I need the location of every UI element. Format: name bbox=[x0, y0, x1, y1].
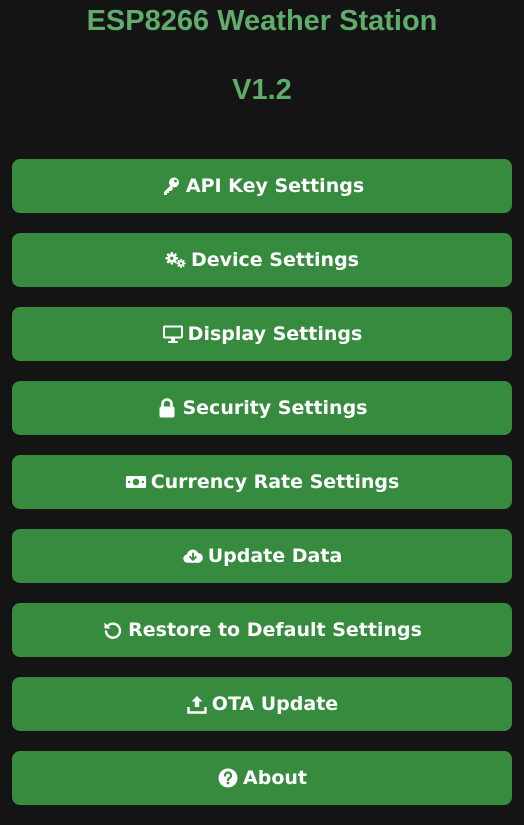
currency-rate-settings-label: Currency Rate Settings bbox=[150, 471, 400, 493]
restore-default-settings-label: Restore to Default Settings bbox=[128, 619, 422, 641]
gears-icon bbox=[165, 249, 187, 271]
version-label: V1.2 bbox=[232, 74, 292, 106]
lock-icon bbox=[156, 397, 178, 419]
device-settings-label: Device Settings bbox=[190, 249, 359, 271]
ota-update-button[interactable]: OTA Update bbox=[12, 677, 512, 731]
about-button[interactable]: About bbox=[12, 751, 512, 805]
ota-update-label: OTA Update bbox=[211, 693, 339, 715]
display-settings-button[interactable]: Display Settings bbox=[12, 307, 512, 361]
security-settings-label: Security Settings bbox=[182, 397, 368, 419]
upload-icon bbox=[186, 693, 208, 715]
update-data-button[interactable]: Update Data bbox=[12, 529, 512, 583]
question-circle-icon bbox=[217, 767, 239, 789]
restore-default-settings-button[interactable]: Restore to Default Settings bbox=[12, 603, 512, 657]
key-icon bbox=[160, 175, 182, 197]
money-bill-icon bbox=[125, 471, 147, 493]
device-settings-button[interactable]: Device Settings bbox=[12, 233, 512, 287]
page-title: ESP8266 Weather Station bbox=[86, 5, 438, 37]
monitor-icon bbox=[162, 323, 184, 345]
undo-icon bbox=[102, 619, 124, 641]
api-key-settings-label: API Key Settings bbox=[185, 175, 365, 197]
update-data-label: Update Data bbox=[207, 545, 343, 567]
security-settings-button[interactable]: Security Settings bbox=[12, 381, 512, 435]
about-label: About bbox=[243, 767, 307, 789]
currency-rate-settings-button[interactable]: Currency Rate Settings bbox=[12, 455, 512, 509]
settings-menu: API Key Settings Device Settings Display… bbox=[12, 159, 512, 825]
display-settings-label: Display Settings bbox=[187, 323, 363, 345]
api-key-settings-button[interactable]: API Key Settings bbox=[12, 159, 512, 213]
page: ESP8266 Weather Station V1.2 API Key Set… bbox=[0, 0, 524, 825]
cloud-download-icon bbox=[182, 545, 204, 567]
